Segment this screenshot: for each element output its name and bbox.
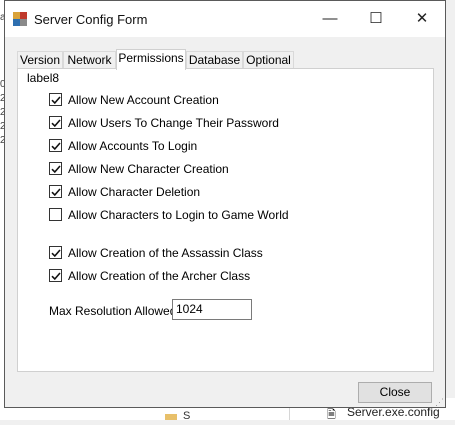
tab-network[interactable]: Network — [63, 51, 116, 68]
checkbox-box[interactable] — [49, 162, 62, 175]
tab-label: Network — [67, 53, 112, 67]
window-title: Server Config Form — [34, 12, 148, 27]
server-config-window: Server Config Form — ☐ ✕ Version Network… — [4, 0, 446, 408]
checkbox-box[interactable] — [49, 208, 62, 221]
checkbox-box[interactable] — [49, 93, 62, 106]
tab-label: Optional — [246, 53, 291, 67]
checkbox-label: Allow Accounts To Login — [68, 139, 198, 153]
config-file-icon: 🗎 — [327, 409, 336, 421]
max-resolution-input[interactable]: 1024 — [172, 299, 252, 320]
checkbox-box[interactable] — [49, 246, 62, 259]
checkbox-label: Allow Characters to Login to Game World — [68, 208, 289, 222]
tab-label: Database — [188, 53, 241, 67]
checkbox-label: Allow New Character Creation — [68, 162, 229, 176]
minimize-button[interactable]: — — [307, 1, 353, 37]
maximize-button[interactable]: ☐ — [353, 1, 399, 37]
checkbox-label: Allow Creation of the Archer Class — [68, 269, 251, 283]
checkbox-label: Allow Users To Change Their Password — [68, 116, 279, 130]
tab-optional[interactable]: Optional — [243, 51, 294, 68]
close-window-button[interactable]: ✕ — [399, 1, 445, 37]
app-grid-icon — [13, 12, 27, 26]
check-icon — [51, 188, 61, 197]
check-icon — [51, 165, 61, 174]
tab-permissions[interactable]: Permissions — [116, 49, 186, 70]
max-resolution-label: Max Resolution Allowed — [49, 304, 177, 318]
close-button[interactable]: Close — [358, 382, 432, 403]
checkbox-label: Allow Character Deletion — [68, 185, 201, 199]
check-icon — [51, 272, 61, 281]
tab-database[interactable]: Database — [186, 51, 243, 68]
check-icon — [51, 249, 61, 258]
check-icon — [51, 142, 61, 151]
checkbox-box[interactable] — [49, 139, 62, 152]
group-label: label8 — [27, 71, 60, 85]
tab-version[interactable]: Version — [17, 51, 63, 68]
resize-grip-icon[interactable]: ⋰ — [435, 397, 444, 408]
checkbox-label: Allow Creation of the Assassin Class — [68, 246, 263, 260]
background-folder-label: S — [183, 410, 191, 422]
check-icon — [51, 119, 61, 128]
folder-icon — [165, 414, 177, 420]
check-icon — [51, 96, 61, 105]
checkbox-label: Allow New Account Creation — [68, 93, 219, 107]
title-bar[interactable]: Server Config Form — ☐ ✕ — [5, 1, 445, 37]
checkbox-box[interactable] — [49, 269, 62, 282]
permissions-panel: label8 Allow New Account Creation Allow … — [17, 68, 434, 372]
checkbox-box[interactable] — [49, 185, 62, 198]
tab-label: Version — [19, 53, 61, 67]
checkbox-box[interactable] — [49, 116, 62, 129]
tab-label: Permissions — [118, 51, 184, 65]
